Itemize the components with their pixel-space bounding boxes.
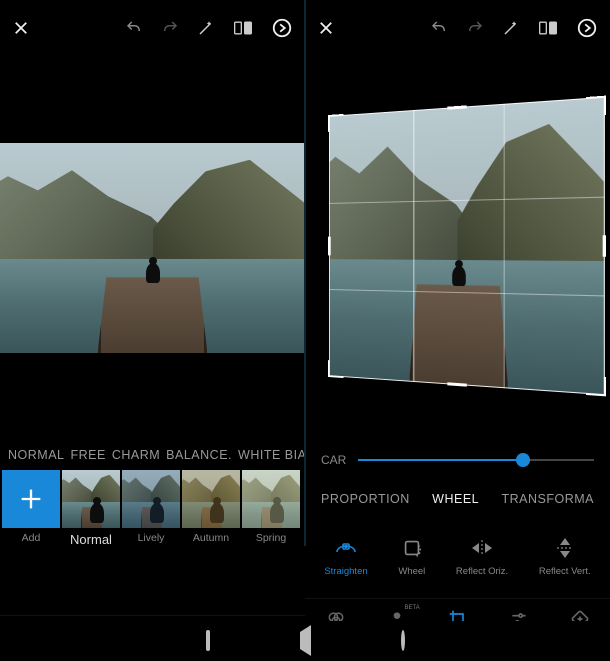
filter-cat[interactable]: FREE [70, 448, 105, 462]
nav-home-icon[interactable] [401, 632, 405, 650]
topbar [305, 0, 610, 56]
crop-frame[interactable] [329, 97, 605, 396]
perspective-slider[interactable] [358, 459, 594, 461]
cat-wheel[interactable]: WHEEL [432, 492, 479, 506]
filter-cat[interactable]: WHITE BIA [238, 448, 305, 462]
magic-wand-icon[interactable] [197, 19, 215, 37]
filter-cat[interactable]: CHARM [112, 448, 160, 462]
cat-proportion[interactable]: PROPORTION [321, 492, 410, 506]
undo-icon[interactable] [430, 19, 448, 37]
crop-category-row: PROPORTION WHEEL TRANSFORMA [305, 484, 610, 514]
compare-icon[interactable] [233, 19, 253, 37]
close-icon[interactable] [317, 19, 335, 37]
filter-strip[interactable]: Add Normal Lively Autumn Spring [0, 470, 305, 554]
filter-normal[interactable]: Normal [62, 470, 120, 554]
cat-transform[interactable]: TRANSFORMA [501, 492, 594, 506]
slider-label: CAR [321, 453, 346, 467]
filter-add[interactable]: Add [2, 470, 60, 554]
nav-back-icon[interactable] [300, 632, 311, 650]
redo-icon[interactable] [161, 19, 179, 37]
screen-divider [304, 0, 306, 546]
tool-row: Straighten Wheel Reflect Oriz. Reflect V… [305, 514, 610, 598]
canvas[interactable] [305, 56, 610, 436]
magic-wand-icon[interactable] [502, 19, 520, 37]
canvas[interactable] [0, 56, 305, 440]
filter-cat[interactable]: BALANCE. [166, 448, 232, 462]
close-icon[interactable] [12, 19, 30, 37]
perspective-slider-row: CAR [305, 436, 610, 484]
filter-autumn[interactable]: Autumn [182, 470, 240, 554]
screen-filters: NORMAL FREE CHARM BALANCE. WHITE BIA Add… [0, 0, 305, 661]
android-nav-bar [0, 621, 610, 661]
tool-wheel[interactable]: Wheel [398, 536, 425, 577]
tool-reflect-vertical[interactable]: Reflect Vert. [539, 536, 591, 577]
confirm-icon[interactable] [271, 17, 293, 39]
compare-icon[interactable] [538, 19, 558, 37]
tool-straighten[interactable]: Straighten [324, 536, 367, 577]
filter-category-row[interactable]: NORMAL FREE CHARM BALANCE. WHITE BIA [0, 440, 305, 470]
nav-recent-icon[interactable] [206, 632, 210, 650]
confirm-icon[interactable] [576, 17, 598, 39]
undo-icon[interactable] [125, 19, 143, 37]
redo-icon[interactable] [466, 19, 484, 37]
filter-spring[interactable]: Spring [242, 470, 300, 554]
topbar [0, 0, 305, 56]
photo-preview [0, 143, 305, 353]
filter-lively[interactable]: Lively [122, 470, 180, 554]
filter-cat[interactable]: NORMAL [8, 448, 64, 462]
tool-reflect-horizontal[interactable]: Reflect Oriz. [456, 536, 508, 577]
screen-crop: CAR PROPORTION WHEEL TRANSFORMA Straight… [305, 0, 610, 661]
